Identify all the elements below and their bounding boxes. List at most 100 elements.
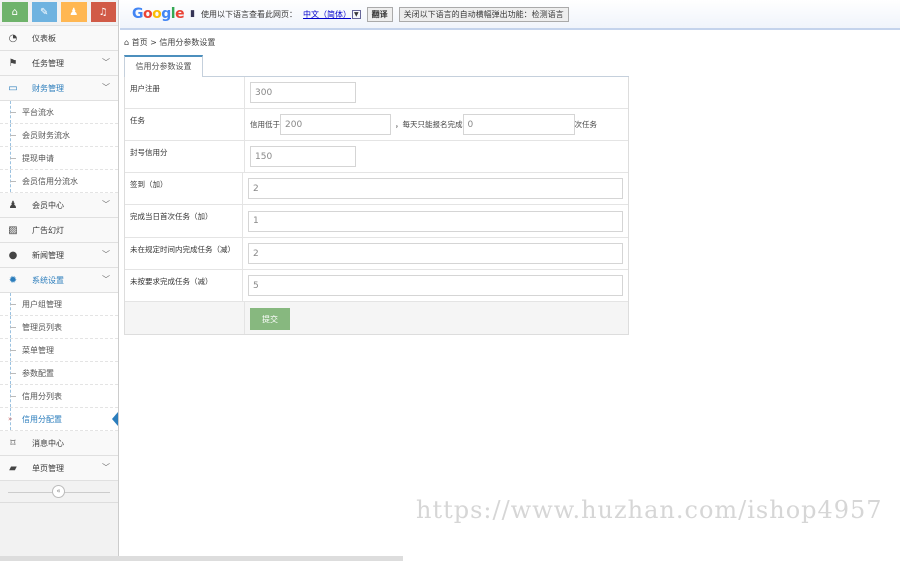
chevron-down-icon: ﹀: [102, 200, 110, 209]
sidebar-subitem[interactable]: 管理员列表: [0, 316, 118, 339]
chevron-down-icon: ﹀: [102, 250, 110, 259]
google-translate-bar: Google ▮ 使用以下语言查看此网页： 中文（简体） ▼ 翻译 关闭以下语言…: [120, 0, 900, 30]
sidebar-item[interactable]: ▰ 单页管理 ﹀: [0, 456, 118, 481]
bookmark-icon: ⌑: [10, 437, 16, 449]
shortcut-home-button[interactable]: ⌂: [2, 2, 28, 22]
sidebar-subitem-label: 平台流水: [22, 107, 54, 117]
sidebar-item[interactable]: ◔ 仪表板: [0, 26, 118, 51]
sidebar-item-label: 系统设置: [32, 275, 64, 285]
breadcrumb-home[interactable]: 首页: [132, 38, 148, 47]
field-label: 任务: [125, 109, 245, 140]
sidebar-subitem-label: 会员信用分流水: [22, 176, 78, 186]
watermark: https://www.huzhan.com/ishop4957: [416, 496, 883, 524]
globe-icon: ●: [8, 249, 18, 261]
sidebar-subitem-label: 用户组管理: [22, 299, 62, 309]
sidebar-subitem[interactable]: 用户组管理: [0, 293, 118, 316]
credit-card-icon: ▭: [8, 82, 18, 94]
sidebar-item[interactable]: ● 新闻管理 ﹀: [0, 243, 118, 268]
task-suffix: 次任务: [574, 120, 598, 129]
translate-icon: ▮: [190, 9, 196, 19]
user-icon: ♟: [8, 199, 18, 211]
sidebar-item[interactable]: ▨ 广告幻灯: [0, 218, 118, 243]
shortcut-buttons: ⌂ ✎ ♟ ♫: [0, 0, 118, 25]
sidebar-subitem[interactable]: » 信用分配置: [0, 408, 118, 431]
sidebar-subitem[interactable]: 提现申请: [0, 147, 118, 170]
sidebar-subitem-label: 菜单管理: [22, 345, 54, 355]
translate-button[interactable]: 翻译: [366, 6, 393, 22]
active-indicator: [112, 412, 118, 426]
sidebar-subitem[interactable]: 信用分列表: [0, 385, 118, 408]
ban-score-input[interactable]: 150: [250, 146, 356, 167]
cog-icon: ✹: [8, 274, 18, 286]
bell-icon: ♫: [98, 6, 108, 18]
field-label: 未按要求完成任务（减）: [125, 270, 243, 301]
home-icon: ⌂: [11, 6, 18, 18]
tab-credit-settings[interactable]: 信用分参数设置: [124, 55, 203, 77]
noncompliant-input[interactable]: 5: [248, 275, 623, 296]
picture-icon: ▨: [8, 224, 18, 236]
form-row-signin: 签到（加） 2: [125, 173, 628, 205]
home-icon: ⌂: [124, 38, 130, 47]
collapse-sidebar-button[interactable]: «: [52, 485, 65, 498]
form-row-ban: 封号信用分 150: [125, 141, 628, 173]
shortcut-pencil-button[interactable]: ✎: [31, 2, 57, 22]
sidebar-subitem-label: 管理员列表: [22, 322, 62, 332]
breadcrumb-current: 信用分参数设置: [159, 38, 216, 47]
google-logo: Google: [132, 6, 185, 22]
credit-settings-form: 用户注册 300 任务 信用低于 200 ，每天只能报名完成 0 次任务 封号信…: [124, 77, 629, 335]
sidebar-subitem-label: 信用分列表: [22, 391, 62, 401]
task-mid: ，每天只能报名完成: [395, 120, 463, 129]
language-select[interactable]: 中文（简体）: [303, 9, 351, 20]
submit-button[interactable]: 提交: [250, 308, 290, 330]
horizontal-scrollbar[interactable]: [0, 556, 403, 561]
daily-task-limit-input[interactable]: 0: [462, 114, 575, 135]
sidebar-item-label: 仪表板: [32, 33, 56, 43]
dashboard-icon: ◔: [8, 32, 18, 44]
sidebar-item-label: 单页管理: [32, 463, 64, 473]
sidebar-subitem[interactable]: 会员财务流水: [0, 124, 118, 147]
chevron-down-icon: ﹀: [102, 58, 110, 67]
chevron-down-icon: ﹀: [102, 463, 110, 472]
field-label: 封号信用分: [125, 141, 245, 172]
form-row-noncompliant: 未按要求完成任务（减） 5: [125, 270, 628, 302]
signin-input[interactable]: 2: [248, 178, 623, 199]
empty-cell: [125, 302, 245, 334]
sidebar-subitem[interactable]: 参数配置: [0, 362, 118, 385]
sidebar-item-label: 任务管理: [32, 58, 64, 68]
sidebar-subitem[interactable]: 平台流水: [0, 101, 118, 124]
sidebar-item-label: 广告幻灯: [32, 225, 64, 235]
sidebar-subitem[interactable]: 菜单管理: [0, 339, 118, 362]
shortcut-bell-button[interactable]: ♫: [90, 2, 116, 22]
sidebar-item-label: 财务管理: [32, 83, 64, 93]
chevron-right-icon: »: [8, 415, 13, 423]
shortcut-users-button[interactable]: ♟: [61, 2, 87, 22]
breadcrumb: ⌂ 首页 > 信用分参数设置: [124, 37, 215, 48]
form-row-task: 任务 信用低于 200 ，每天只能报名完成 0 次任务: [125, 109, 628, 141]
book-icon: ▰: [9, 462, 17, 474]
sidebar-subitem-label: 会员财务流水: [22, 130, 70, 140]
sidebar-item[interactable]: ✹ 系统设置 ﹀: [0, 268, 118, 293]
credit-threshold-input[interactable]: 200: [280, 114, 391, 135]
register-input[interactable]: 300: [250, 82, 356, 103]
form-actions: 提交: [125, 302, 628, 334]
sidebar-item[interactable]: ⌑ 消息中心: [0, 431, 118, 456]
sidebar-item[interactable]: ▭ 财务管理 ﹀: [0, 76, 118, 101]
first-task-input[interactable]: 1: [248, 210, 623, 232]
overdue-input[interactable]: 2: [248, 243, 623, 264]
sidebar-subitem-label: 提现申请: [22, 153, 54, 163]
sidebar-collapse: «: [0, 481, 118, 503]
sidebar: ⌂ ✎ ♟ ♫ ◔ 仪表板 ⚑ 任务管理 ﹀ ▭ 财务管理 ﹀ 平台流水会员财务流水 提现申请会员信用分…: [0, 0, 119, 561]
dropdown-icon[interactable]: ▼: [352, 9, 361, 19]
sidebar-subitem-label: 参数配置: [22, 368, 54, 378]
pencil-icon: ✎: [40, 6, 49, 18]
field-label: 完成当日首次任务（加）: [125, 205, 243, 237]
sidebar-subitem[interactable]: 会员信用分流水: [0, 170, 118, 193]
disable-banner-button[interactable]: 关闭以下语言的自动横幅弹出功能：检测语言: [398, 6, 569, 22]
field-label: 未在规定时间内完成任务（减）: [125, 238, 243, 269]
field-label: 签到（加）: [125, 173, 243, 204]
sidebar-subitem-label: 信用分配置: [22, 414, 62, 424]
breadcrumb-separator: >: [150, 38, 157, 47]
flag-icon: ⚑: [8, 57, 18, 69]
sidebar-item[interactable]: ⚑ 任务管理 ﹀: [0, 51, 118, 76]
sidebar-item[interactable]: ♟ 会员中心 ﹀: [0, 193, 118, 218]
